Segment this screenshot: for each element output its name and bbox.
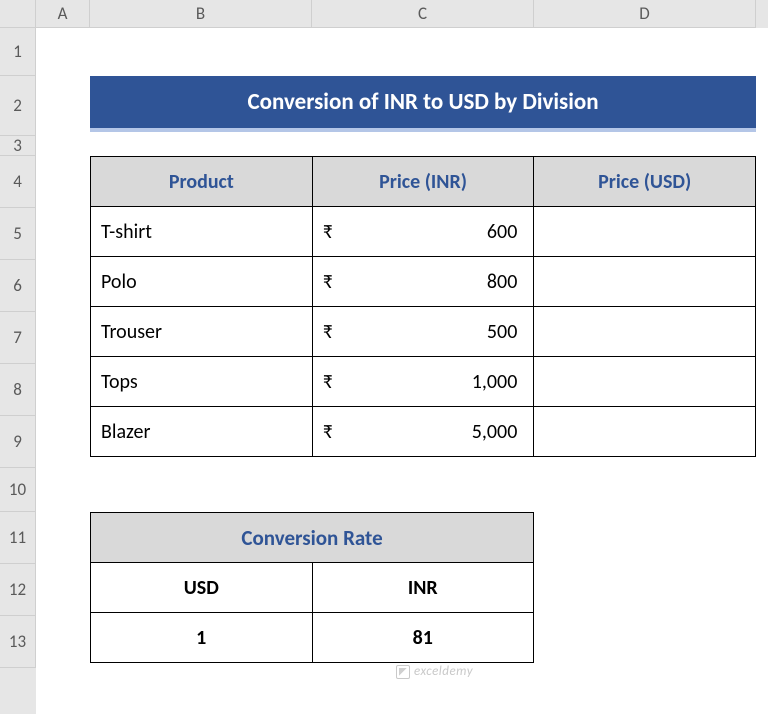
cell-price-inr[interactable]: ₹ 500 — [312, 307, 534, 357]
cell-price-usd[interactable] — [534, 307, 756, 357]
watermark: exceldemy — [396, 664, 473, 679]
price-table: Product Price (INR) Price (USD) T-shirt … — [90, 156, 756, 457]
cell-product[interactable]: T-shirt — [91, 207, 313, 257]
row-header-3[interactable]: 3 — [0, 136, 36, 156]
cell-price-inr[interactable]: ₹ 1,000 — [312, 357, 534, 407]
conversion-title[interactable]: Conversion Rate — [91, 513, 534, 563]
header-price-usd[interactable]: Price (USD) — [534, 157, 756, 207]
col-header-A[interactable]: A — [36, 0, 90, 28]
rupee-icon: ₹ — [323, 220, 333, 244]
col-header-D[interactable]: D — [534, 0, 756, 28]
cell-price-value: 600 — [323, 220, 524, 244]
conversion-usd-value[interactable]: 1 — [91, 613, 313, 663]
row-header-2[interactable]: 2 — [0, 76, 36, 136]
table-row: Tops ₹ 1,000 — [91, 357, 756, 407]
cell-price-inr[interactable]: ₹ 5,000 — [312, 407, 534, 457]
cell-price-value: 500 — [323, 320, 524, 344]
cell-price-usd[interactable] — [534, 407, 756, 457]
row-header-6[interactable]: 6 — [0, 260, 36, 312]
col-header-C[interactable]: C — [312, 0, 534, 28]
cell-price-value: 1,000 — [323, 370, 524, 394]
rupee-icon: ₹ — [323, 420, 333, 444]
rupee-icon: ₹ — [323, 270, 333, 294]
table-row: Blazer ₹ 5,000 — [91, 407, 756, 457]
cell-price-usd[interactable] — [534, 207, 756, 257]
table-row: Trouser ₹ 500 — [91, 307, 756, 357]
col-header-B[interactable]: B — [90, 0, 312, 28]
row-header-10[interactable]: 10 — [0, 468, 36, 512]
spreadsheet-crop: A B C D 1 2 3 4 5 6 7 8 9 10 11 12 13 Co… — [0, 0, 768, 714]
select-all-corner[interactable] — [0, 0, 36, 28]
watermark-text: exceldemy — [414, 664, 473, 679]
conversion-usd-label[interactable]: USD — [91, 563, 313, 613]
title-banner[interactable]: Conversion of INR to USD by Division — [90, 76, 756, 132]
row-header-7[interactable]: 7 — [0, 312, 36, 364]
row-header-5[interactable]: 5 — [0, 208, 36, 260]
rupee-icon: ₹ — [323, 370, 333, 394]
column-header-row: A B C D — [0, 0, 768, 28]
table-row: Polo ₹ 800 — [91, 257, 756, 307]
row-header-column: 1 2 3 4 5 6 7 8 9 10 11 12 13 — [0, 28, 36, 714]
row-header-4[interactable]: 4 — [0, 156, 36, 208]
cell-product[interactable]: Trouser — [91, 307, 313, 357]
cell-price-value: 800 — [323, 270, 524, 294]
conversion-inr-value[interactable]: 81 — [312, 613, 534, 663]
cell-price-inr[interactable]: ₹ 600 — [312, 207, 534, 257]
row-header-12[interactable]: 12 — [0, 564, 36, 616]
header-product[interactable]: Product — [91, 157, 313, 207]
row-header-1[interactable]: 1 — [0, 28, 36, 76]
header-price-inr[interactable]: Price (INR) — [312, 157, 534, 207]
grid-area[interactable]: Conversion of INR to USD by Division Pro… — [36, 28, 768, 714]
cell-product[interactable]: Blazer — [91, 407, 313, 457]
row-header-11[interactable]: 11 — [0, 512, 36, 564]
rupee-icon: ₹ — [323, 320, 333, 344]
cell-price-usd[interactable] — [534, 357, 756, 407]
cell-product[interactable]: Tops — [91, 357, 313, 407]
row-header-13[interactable]: 13 — [0, 616, 36, 668]
cell-price-inr[interactable]: ₹ 800 — [312, 257, 534, 307]
row-header-9[interactable]: 9 — [0, 416, 36, 468]
cell-price-value: 5,000 — [323, 420, 524, 444]
cell-price-usd[interactable] — [534, 257, 756, 307]
conversion-inr-label[interactable]: INR — [312, 563, 534, 613]
row-header-8[interactable]: 8 — [0, 364, 36, 416]
table-row: T-shirt ₹ 600 — [91, 207, 756, 257]
cell-product[interactable]: Polo — [91, 257, 313, 307]
watermark-logo-icon — [396, 665, 410, 679]
conversion-rate-table: Conversion Rate USD INR 1 81 — [90, 512, 534, 663]
